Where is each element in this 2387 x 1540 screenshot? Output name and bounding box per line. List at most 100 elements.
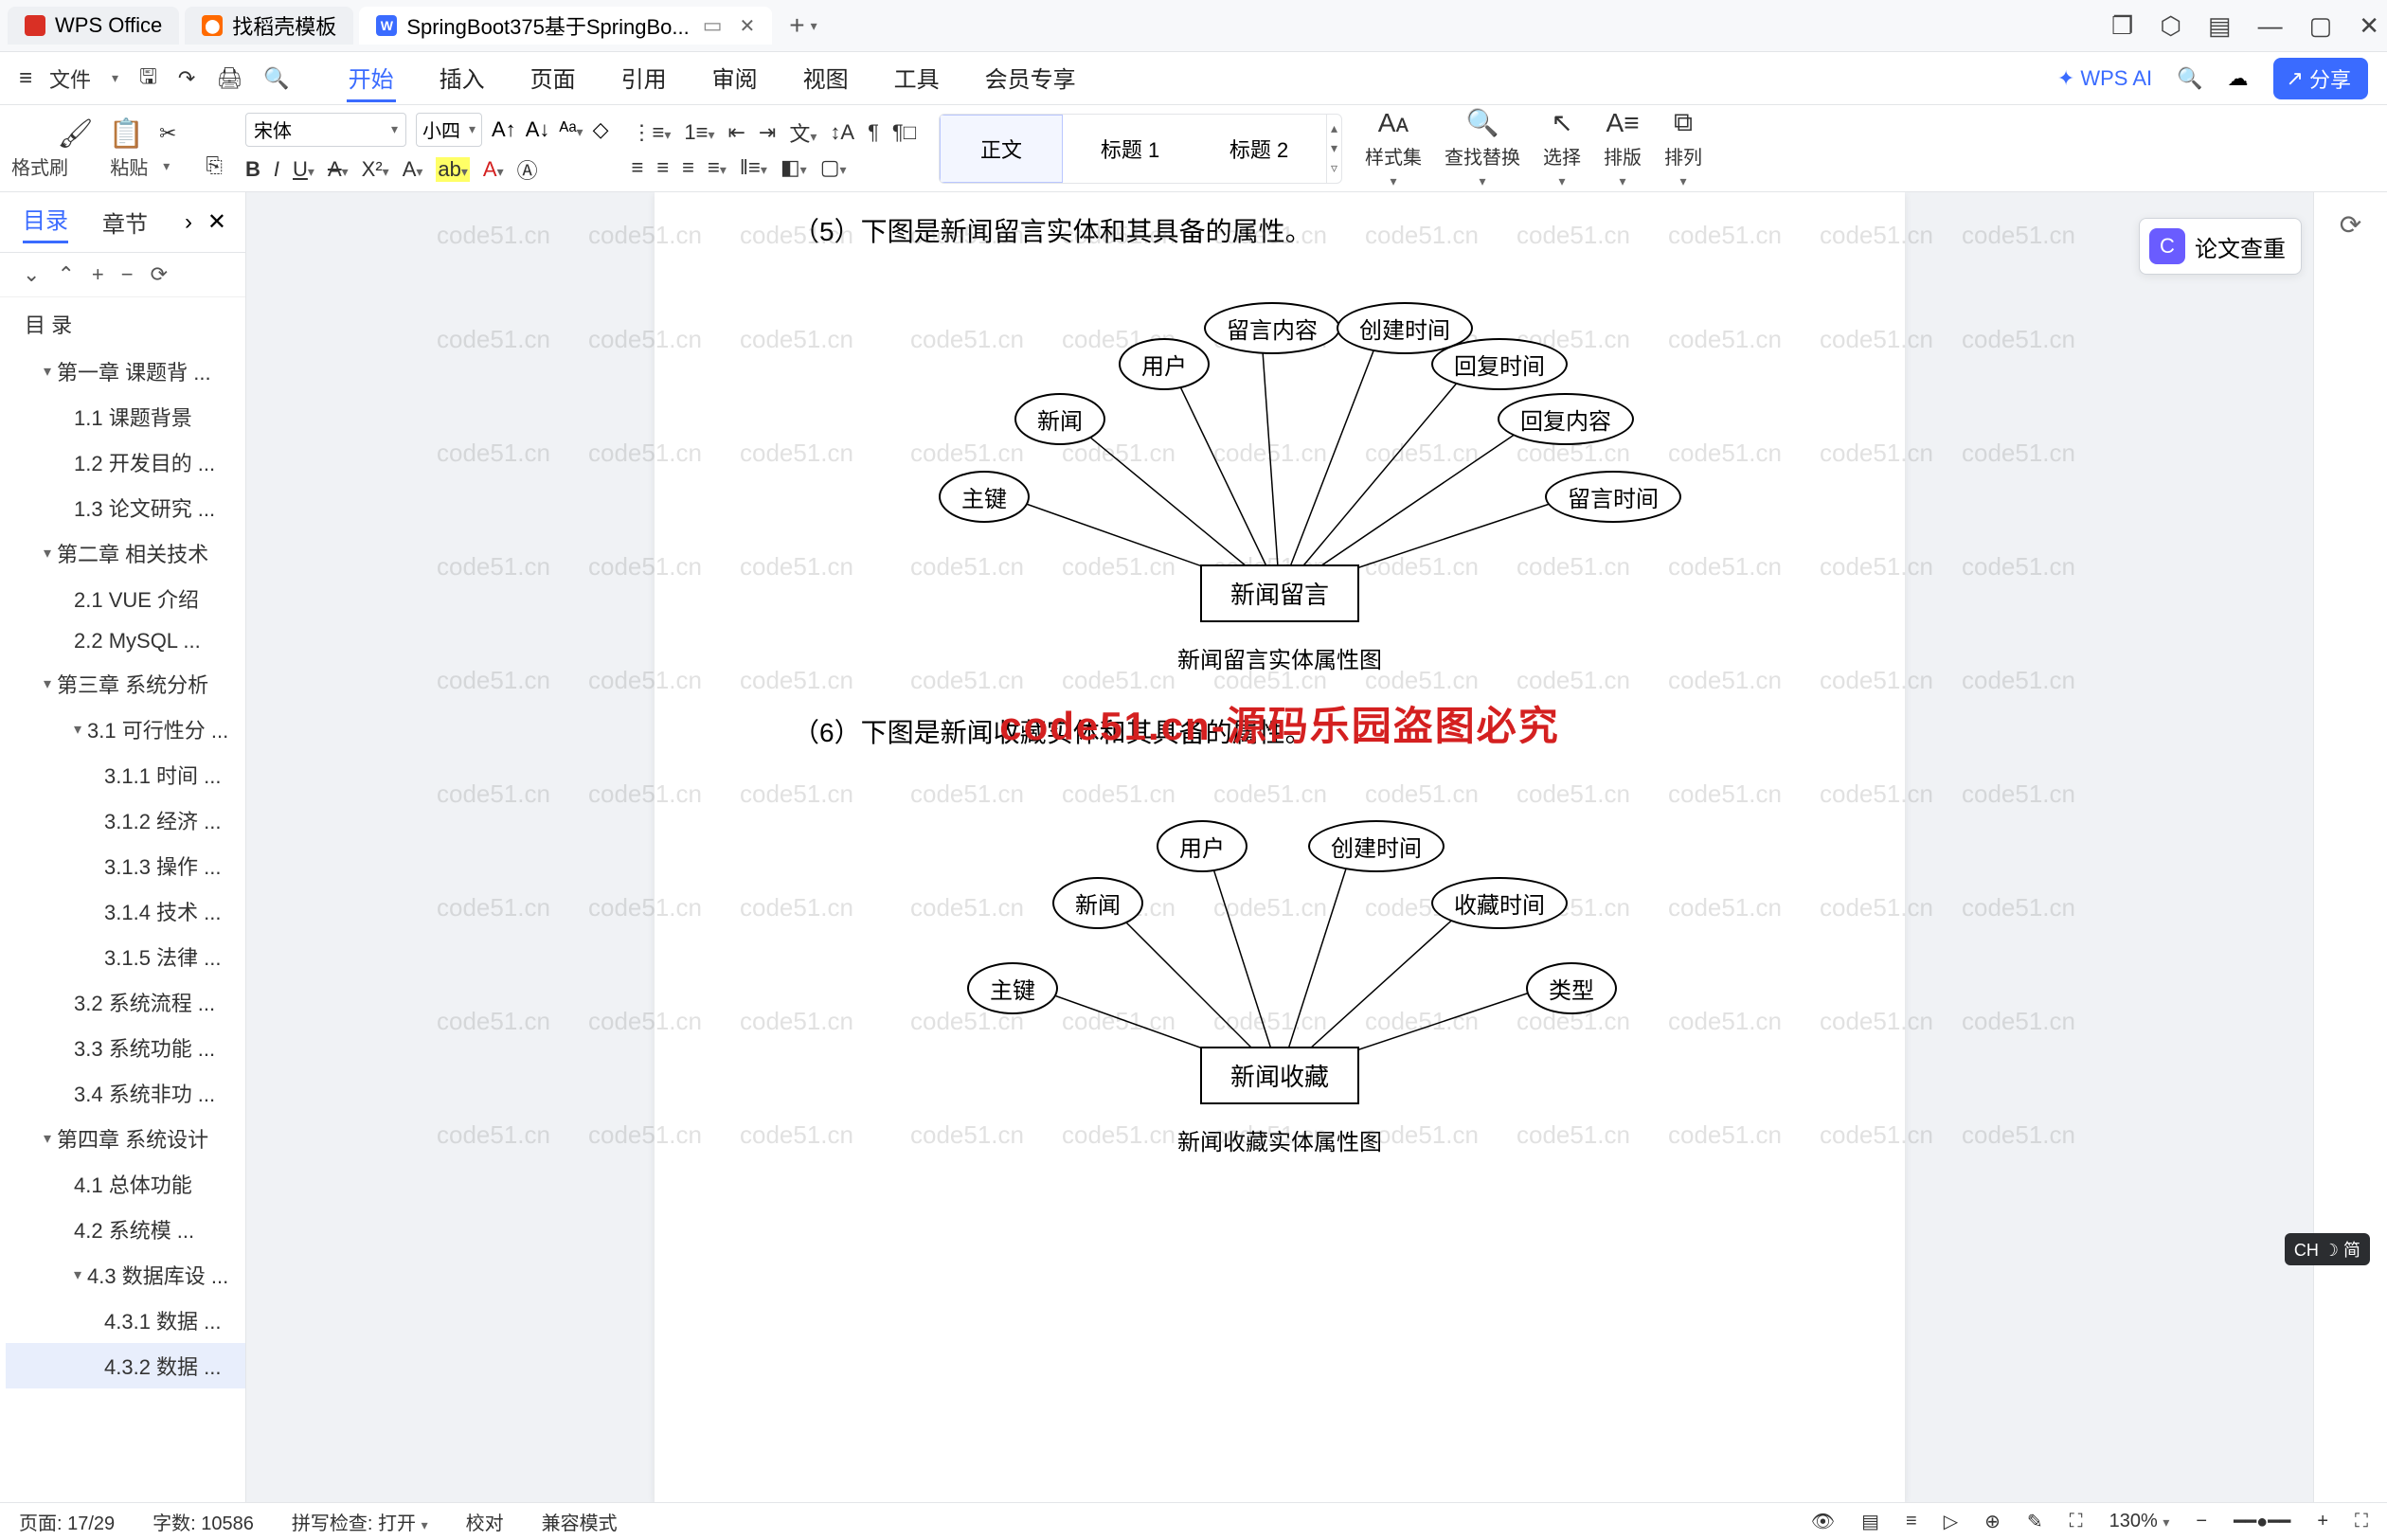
tab-chevron-icon[interactable]: ▾: [811, 18, 817, 34]
tab-view[interactable]: 视图: [801, 55, 851, 102]
bold-icon[interactable]: B: [245, 157, 260, 182]
properties-icon[interactable]: ⟳: [2340, 209, 2361, 241]
compat-mode[interactable]: 兼容模式: [542, 1508, 618, 1535]
tab-member[interactable]: 会员专享: [983, 55, 1078, 102]
underline-icon[interactable]: U▾: [293, 157, 314, 182]
tab-home[interactable]: 开始: [347, 55, 396, 102]
shading-icon[interactable]: ◧▾: [781, 155, 807, 180]
font-family-select[interactable]: 宋体▾: [245, 113, 406, 147]
toc-item[interactable]: 3.1.5 法律 ...: [6, 934, 245, 979]
italic-icon[interactable]: I: [274, 157, 279, 182]
read-view-icon[interactable]: ▷: [1944, 1510, 1958, 1533]
layout-button[interactable]: ⧉排列▾: [1664, 107, 1702, 189]
clear-format-icon[interactable]: ◇: [593, 117, 609, 142]
line-spacing-icon[interactable]: ‖≡▾: [740, 155, 767, 180]
toc-item[interactable]: 3.2 系统流程 ...: [6, 979, 245, 1025]
circled-char-icon[interactable]: Ⓐ: [517, 154, 538, 185]
save-icon[interactable]: 🖫: [139, 61, 157, 97]
toc-item[interactable]: 4.2 系统模 ...: [6, 1207, 245, 1252]
toc-item[interactable]: 1.3 论文研究 ...: [6, 485, 245, 530]
style-normal[interactable]: 正文: [940, 115, 1063, 183]
tab-reference[interactable]: 引用: [619, 55, 669, 102]
remove-item-icon[interactable]: −: [121, 262, 134, 287]
font-color-icon[interactable]: A▾: [483, 157, 504, 182]
align-left-icon[interactable]: ≡: [631, 155, 643, 180]
chevron-right-icon[interactable]: ›: [185, 209, 192, 236]
cloud-sync-icon[interactable]: ☁: [2228, 66, 2249, 91]
show-marks-icon[interactable]: ¶□: [892, 120, 916, 145]
toc-item[interactable]: ▾3.1 可行性分 ...: [6, 707, 245, 752]
zoom-in-icon[interactable]: +: [2317, 1511, 2328, 1532]
preview-icon[interactable]: 🔍: [263, 66, 289, 91]
tab-review[interactable]: 审阅: [710, 55, 760, 102]
toc-item[interactable]: 4.3.1 数据 ...: [6, 1298, 245, 1343]
tab-active-document[interactable]: W SpringBoot375基于SpringBo... ▭ ✕: [359, 7, 772, 45]
toc-item[interactable]: 4.3.2 数据 ...: [6, 1343, 245, 1388]
toc-item[interactable]: 3.4 系统非功 ...: [6, 1070, 245, 1116]
sidebar-tab-toc[interactable]: 目录: [23, 202, 68, 243]
paste-icon[interactable]: 📋: [109, 117, 144, 151]
grow-font-icon[interactable]: A↑: [492, 117, 516, 142]
page-indicator[interactable]: 页面: 17/29: [19, 1508, 115, 1535]
find-replace-button[interactable]: 🔍查找替换▾: [1445, 107, 1520, 189]
sort-icon[interactable]: ↕A: [830, 120, 854, 145]
collapse-down-icon[interactable]: ⌄: [23, 262, 40, 287]
file-menu[interactable]: 文件: [49, 63, 91, 94]
avatar-icon[interactable]: ▤: [2208, 11, 2232, 41]
reading-mode-icon[interactable]: ▭: [703, 13, 723, 38]
superscript-icon[interactable]: X²▾: [362, 157, 389, 182]
restore-window-icon[interactable]: ❐: [2111, 11, 2133, 41]
strike-icon[interactable]: A▾: [328, 157, 349, 182]
style-gallery-arrows[interactable]: ▴▾▿: [1326, 115, 1341, 183]
word-count[interactable]: 字数: 10586: [153, 1508, 254, 1535]
toc-item[interactable]: 3.3 系统功能 ...: [6, 1025, 245, 1070]
outline-view-icon[interactable]: ≡: [1906, 1511, 1917, 1532]
toc-item[interactable]: ▾第三章 系统分析: [6, 661, 245, 707]
zoom-out-icon[interactable]: −: [2196, 1511, 2207, 1532]
page-view-icon[interactable]: ▤: [1861, 1510, 1879, 1533]
shrink-font-icon[interactable]: A↓: [526, 117, 550, 142]
text-effect-icon[interactable]: A▾: [403, 157, 423, 182]
format-painter-icon[interactable]: 🖌: [58, 117, 94, 151]
tab-wps-office[interactable]: WPS Office: [8, 7, 179, 45]
highlight-icon[interactable]: ab▾: [436, 157, 470, 182]
number-list-icon[interactable]: 1≡▾: [684, 120, 714, 145]
toc-item[interactable]: 4.1 总体功能: [6, 1161, 245, 1207]
toc-item[interactable]: 3.1.3 操作 ...: [6, 843, 245, 888]
tab-insert[interactable]: 插入: [438, 55, 487, 102]
minimize-icon[interactable]: —: [2258, 11, 2283, 41]
toc-item[interactable]: 3.1.1 时间 ...: [6, 752, 245, 797]
style-heading1[interactable]: 标题 1: [1068, 115, 1192, 183]
toc-item[interactable]: ▾第二章 相关技术: [6, 530, 245, 576]
text-direction-icon[interactable]: 文▾: [789, 117, 817, 148]
pencil-icon[interactable]: ✎: [2027, 1510, 2043, 1533]
toc-item[interactable]: 2.2 MySQL ...: [6, 621, 245, 661]
print-icon[interactable]: 🖨: [216, 66, 242, 91]
bullet-list-icon[interactable]: ⋮≡▾: [631, 120, 671, 145]
toc-item[interactable]: ▾第一章 课题背 ...: [6, 349, 245, 394]
chevron-down-icon[interactable]: ▾: [112, 70, 118, 86]
style-gallery[interactable]: 正文 标题 1 标题 2 ▴▾▿: [939, 114, 1342, 184]
fullscreen-icon[interactable]: ⛶: [2355, 1511, 2368, 1532]
align-right-icon[interactable]: ≡: [682, 155, 694, 180]
font-size-select[interactable]: 小四▾: [416, 113, 482, 147]
align-center-icon[interactable]: ≡: [656, 155, 669, 180]
proofread-status[interactable]: 校对: [466, 1508, 504, 1535]
search-icon[interactable]: 🔍: [2177, 66, 2202, 91]
collapse-up-icon[interactable]: ⌃: [57, 262, 74, 287]
new-tab-button[interactable]: +: [789, 10, 804, 41]
copy-icon[interactable]: ⎘: [206, 153, 223, 178]
spell-check-status[interactable]: 拼写检查: 打开 ▾: [292, 1508, 428, 1535]
share-button[interactable]: ↗ 分享: [2273, 58, 2368, 99]
toc-item[interactable]: ▾第四章 系统设计: [6, 1116, 245, 1161]
indent-icon[interactable]: ⇥: [759, 120, 776, 145]
toc-item[interactable]: 1.1 课题背景: [6, 394, 245, 439]
paper-check-panel[interactable]: C 论文查重: [2139, 218, 2302, 275]
toc-item[interactable]: 3.1.4 技术 ...: [6, 888, 245, 934]
toc-item[interactable]: 1.2 开发目的 ...: [6, 439, 245, 485]
hamburger-icon[interactable]: ≡: [19, 65, 28, 92]
close-window-icon[interactable]: ✕: [2359, 11, 2379, 41]
tab-tools[interactable]: 工具: [892, 55, 942, 102]
cube-icon[interactable]: ⬡: [2160, 11, 2181, 41]
select-button[interactable]: ↖选择▾: [1543, 107, 1581, 189]
